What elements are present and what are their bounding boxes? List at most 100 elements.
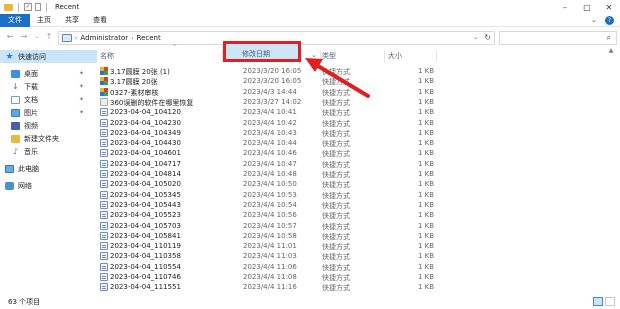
chevron-down-icon[interactable]: ⌄ bbox=[311, 51, 317, 59]
folder-icon bbox=[4, 3, 13, 11]
maximize-icon[interactable]: □ bbox=[576, 0, 598, 14]
column-divider[interactable] bbox=[320, 50, 321, 62]
file-row[interactable]: 2023-04-04_104601 2023/4/4 10:46 快捷方式 1 KB bbox=[98, 149, 438, 158]
column-header-type[interactable]: 类型 bbox=[322, 50, 336, 62]
file-type: 快捷方式 bbox=[322, 243, 350, 252]
file-row[interactable]: 2023-04-04_110554 2023/4/4 11:06 快捷方式 1 KB bbox=[98, 262, 438, 272]
file-row[interactable]: 2023-04-04_105841 2023/4/4 10:58 快捷方式 1 KB bbox=[98, 231, 438, 241]
file-size: 1 KB bbox=[418, 273, 435, 281]
shortcut-icon bbox=[100, 170, 108, 178]
file-name: 2023-04-04_110119 bbox=[110, 242, 181, 251]
pin-icon[interactable]: ✦ bbox=[79, 96, 84, 103]
file-type: 快捷方式 bbox=[322, 140, 350, 149]
sidebar-item-videos[interactable]: 视频 bbox=[0, 119, 97, 132]
chevron-down-icon[interactable]: ⌄ bbox=[591, 16, 599, 24]
folder-icon bbox=[11, 134, 20, 143]
large-icons-view-icon[interactable] bbox=[605, 297, 615, 306]
file-date: 2023/4/4 10:50 bbox=[243, 180, 297, 189]
column-header-name[interactable]: 名称 bbox=[100, 50, 114, 62]
status-bar: 63 个项目 bbox=[0, 295, 620, 309]
search-icon: ⌕ bbox=[606, 33, 611, 42]
breadcrumb-recent[interactable]: Recent bbox=[137, 34, 161, 42]
close-icon[interactable]: ✕ bbox=[598, 0, 620, 14]
file-date: 2023/4/4 10:58 bbox=[243, 231, 297, 240]
new-file-icon[interactable] bbox=[35, 3, 41, 11]
column-divider[interactable] bbox=[436, 50, 437, 62]
search-input[interactable]: ⌕ bbox=[499, 31, 617, 45]
file-name: 2023-04-04_105523 bbox=[110, 211, 181, 220]
sidebar-item-quick-access[interactable]: ★ 快速访问 bbox=[0, 50, 97, 63]
pin-icon[interactable]: ✦ bbox=[79, 109, 84, 116]
file-row[interactable]: 2023-04-04_110119 2023/4/4 11:01 快捷方式 1 KB bbox=[98, 242, 438, 251]
pin-icon[interactable]: ✦ bbox=[79, 70, 84, 77]
file-size: 1 KB bbox=[418, 67, 435, 75]
column-header-date-highlighted[interactable]: 修改日期 bbox=[223, 41, 301, 62]
minimize-icon[interactable]: – bbox=[554, 0, 576, 14]
shortcut-icon bbox=[100, 190, 108, 199]
tab-file[interactable]: 文件 bbox=[0, 13, 30, 27]
file-size: 1 KB bbox=[418, 252, 435, 261]
sidebar-item-documents[interactable]: 文档 ✦ bbox=[0, 93, 97, 106]
sidebar-item-this-pc[interactable]: 此电脑 bbox=[0, 162, 97, 175]
tab-view[interactable]: 查看 bbox=[86, 14, 114, 27]
file-row[interactable]: 2023-04-04_111551 2023/4/4 11:16 快捷方式 1 KB bbox=[98, 283, 438, 292]
column-divider[interactable] bbox=[384, 50, 385, 62]
shortcut-icon bbox=[100, 108, 108, 117]
tab-share[interactable]: 共享 bbox=[58, 14, 86, 27]
file-row[interactable]: 0327-素材审核 2023/4/3 14:44 快捷方式 1 KB bbox=[98, 87, 438, 97]
window-title: Recent bbox=[55, 3, 80, 11]
file-row[interactable]: 2023-04-04_104120 2023/4/4 10:41 快捷方式 1 KB bbox=[98, 108, 438, 117]
properties-icon[interactable]: ✓ bbox=[24, 3, 32, 11]
breadcrumb-administrator[interactable]: Administrator bbox=[80, 34, 128, 42]
file-row[interactable]: 2023-04-04_104814 2023/4/4 10:48 快捷方式 1 KB bbox=[98, 170, 438, 179]
file-row[interactable]: 2023-04-04_105443 2023/4/4 10:54 快捷方式 1 KB bbox=[98, 200, 438, 210]
file-type: 快捷方式 bbox=[322, 98, 350, 107]
divider bbox=[46, 2, 47, 12]
breadcrumb-separator-icon: › bbox=[131, 34, 134, 42]
refresh-icon[interactable]: ↻ bbox=[484, 33, 491, 42]
file-row[interactable]: 2023-04-04_105703 2023/4/4 10:57 快捷方式 1 KB bbox=[98, 221, 438, 231]
pin-icon[interactable]: ✦ bbox=[79, 83, 84, 90]
file-row[interactable]: 2023-04-04_104349 2023/4/4 10:43 快捷方式 1 KB bbox=[98, 128, 438, 138]
file-name: 2023-04-04_105841 bbox=[110, 231, 181, 240]
file-row[interactable]: 2023-04-04_104430 2023/4/4 10:44 快捷方式 1 KB bbox=[98, 139, 438, 148]
sort-indicator-icon: ^ bbox=[172, 44, 178, 51]
file-type: 快捷方式 bbox=[322, 253, 350, 262]
file-row[interactable]: 2023-04-04_110358 2023/4/4 11:03 快捷方式 1 KB bbox=[98, 252, 438, 261]
file-row[interactable]: 2023-04-04_105020 2023/4/4 10:50 快捷方式 1 KB bbox=[98, 180, 438, 189]
scroll-up-icon[interactable]: ▲ bbox=[605, 47, 617, 57]
file-row[interactable]: 2023-04-04_105523 2023/4/4 10:56 快捷方式 1 KB bbox=[98, 211, 438, 220]
forward-icon[interactable]: → bbox=[18, 31, 30, 43]
file-type: 快捷方式 bbox=[322, 129, 350, 138]
chevron-down-icon[interactable]: ⌄ bbox=[473, 34, 478, 41]
sidebar-item-network[interactable]: 网络 bbox=[0, 179, 97, 192]
file-size: 1 KB bbox=[418, 108, 435, 117]
file-date: 2023/4/4 10:53 bbox=[243, 190, 297, 199]
navigation-pane: ★ 快速访问 桌面 ✦ ↓ 下载 ✦ 文档 ✦ 图片 ✦ 视频 新建文件夹 ♪ … bbox=[0, 50, 97, 288]
shortcut-icon bbox=[100, 252, 108, 261]
details-view-icon[interactable] bbox=[593, 297, 603, 306]
sidebar-item-music[interactable]: ♪ 音乐 bbox=[0, 145, 97, 158]
recent-locations-icon[interactable]: ⌄ bbox=[31, 31, 43, 43]
sidebar-item-pictures[interactable]: 图片 ✦ bbox=[0, 106, 97, 119]
file-row[interactable]: 3.17圆膜 20张 2023/3/20 16:05 快捷方式 1 KB bbox=[98, 77, 438, 86]
file-name: 2023-04-04_104717 bbox=[110, 159, 181, 168]
file-row[interactable]: 2023-04-04_104717 2023/4/4 10:47 快捷方式 1 KB bbox=[98, 159, 438, 169]
file-row[interactable]: 3.17圆膜 20张 (1) 2023/3/20 16:05 快捷方式 1 KB bbox=[98, 67, 438, 76]
file-row[interactable]: 360误删的软件在哪里恢复 2023/3/27 14:02 快捷方式 1 KB bbox=[98, 97, 438, 107]
file-name: 2023-04-04_105443 bbox=[110, 200, 181, 209]
file-row[interactable]: 2023-04-04_105345 2023/4/4 10:53 快捷方式 1 KB bbox=[98, 190, 438, 200]
sidebar-item-new-folder[interactable]: 新建文件夹 bbox=[0, 132, 97, 145]
file-row[interactable]: 2023-04-04_110746 2023/4/4 11:08 快捷方式 1 KB bbox=[98, 273, 438, 282]
back-icon[interactable]: ← bbox=[4, 31, 16, 43]
sidebar-item-downloads[interactable]: ↓ 下载 ✦ bbox=[0, 80, 97, 93]
sidebar-item-desktop[interactable]: 桌面 ✦ bbox=[0, 67, 97, 80]
column-header-size[interactable]: 大小 bbox=[388, 50, 402, 62]
file-row[interactable]: 2023-04-04_104230 2023/4/4 10:42 快捷方式 1 KB bbox=[98, 118, 438, 128]
help-icon[interactable]: ? bbox=[605, 16, 614, 25]
tab-home[interactable]: 主页 bbox=[30, 14, 58, 27]
shortcut-icon bbox=[100, 273, 108, 281]
shortcut-icon bbox=[100, 149, 108, 158]
file-date: 2023/4/4 11:01 bbox=[243, 242, 297, 251]
up-icon[interactable]: ↑ bbox=[43, 31, 55, 43]
